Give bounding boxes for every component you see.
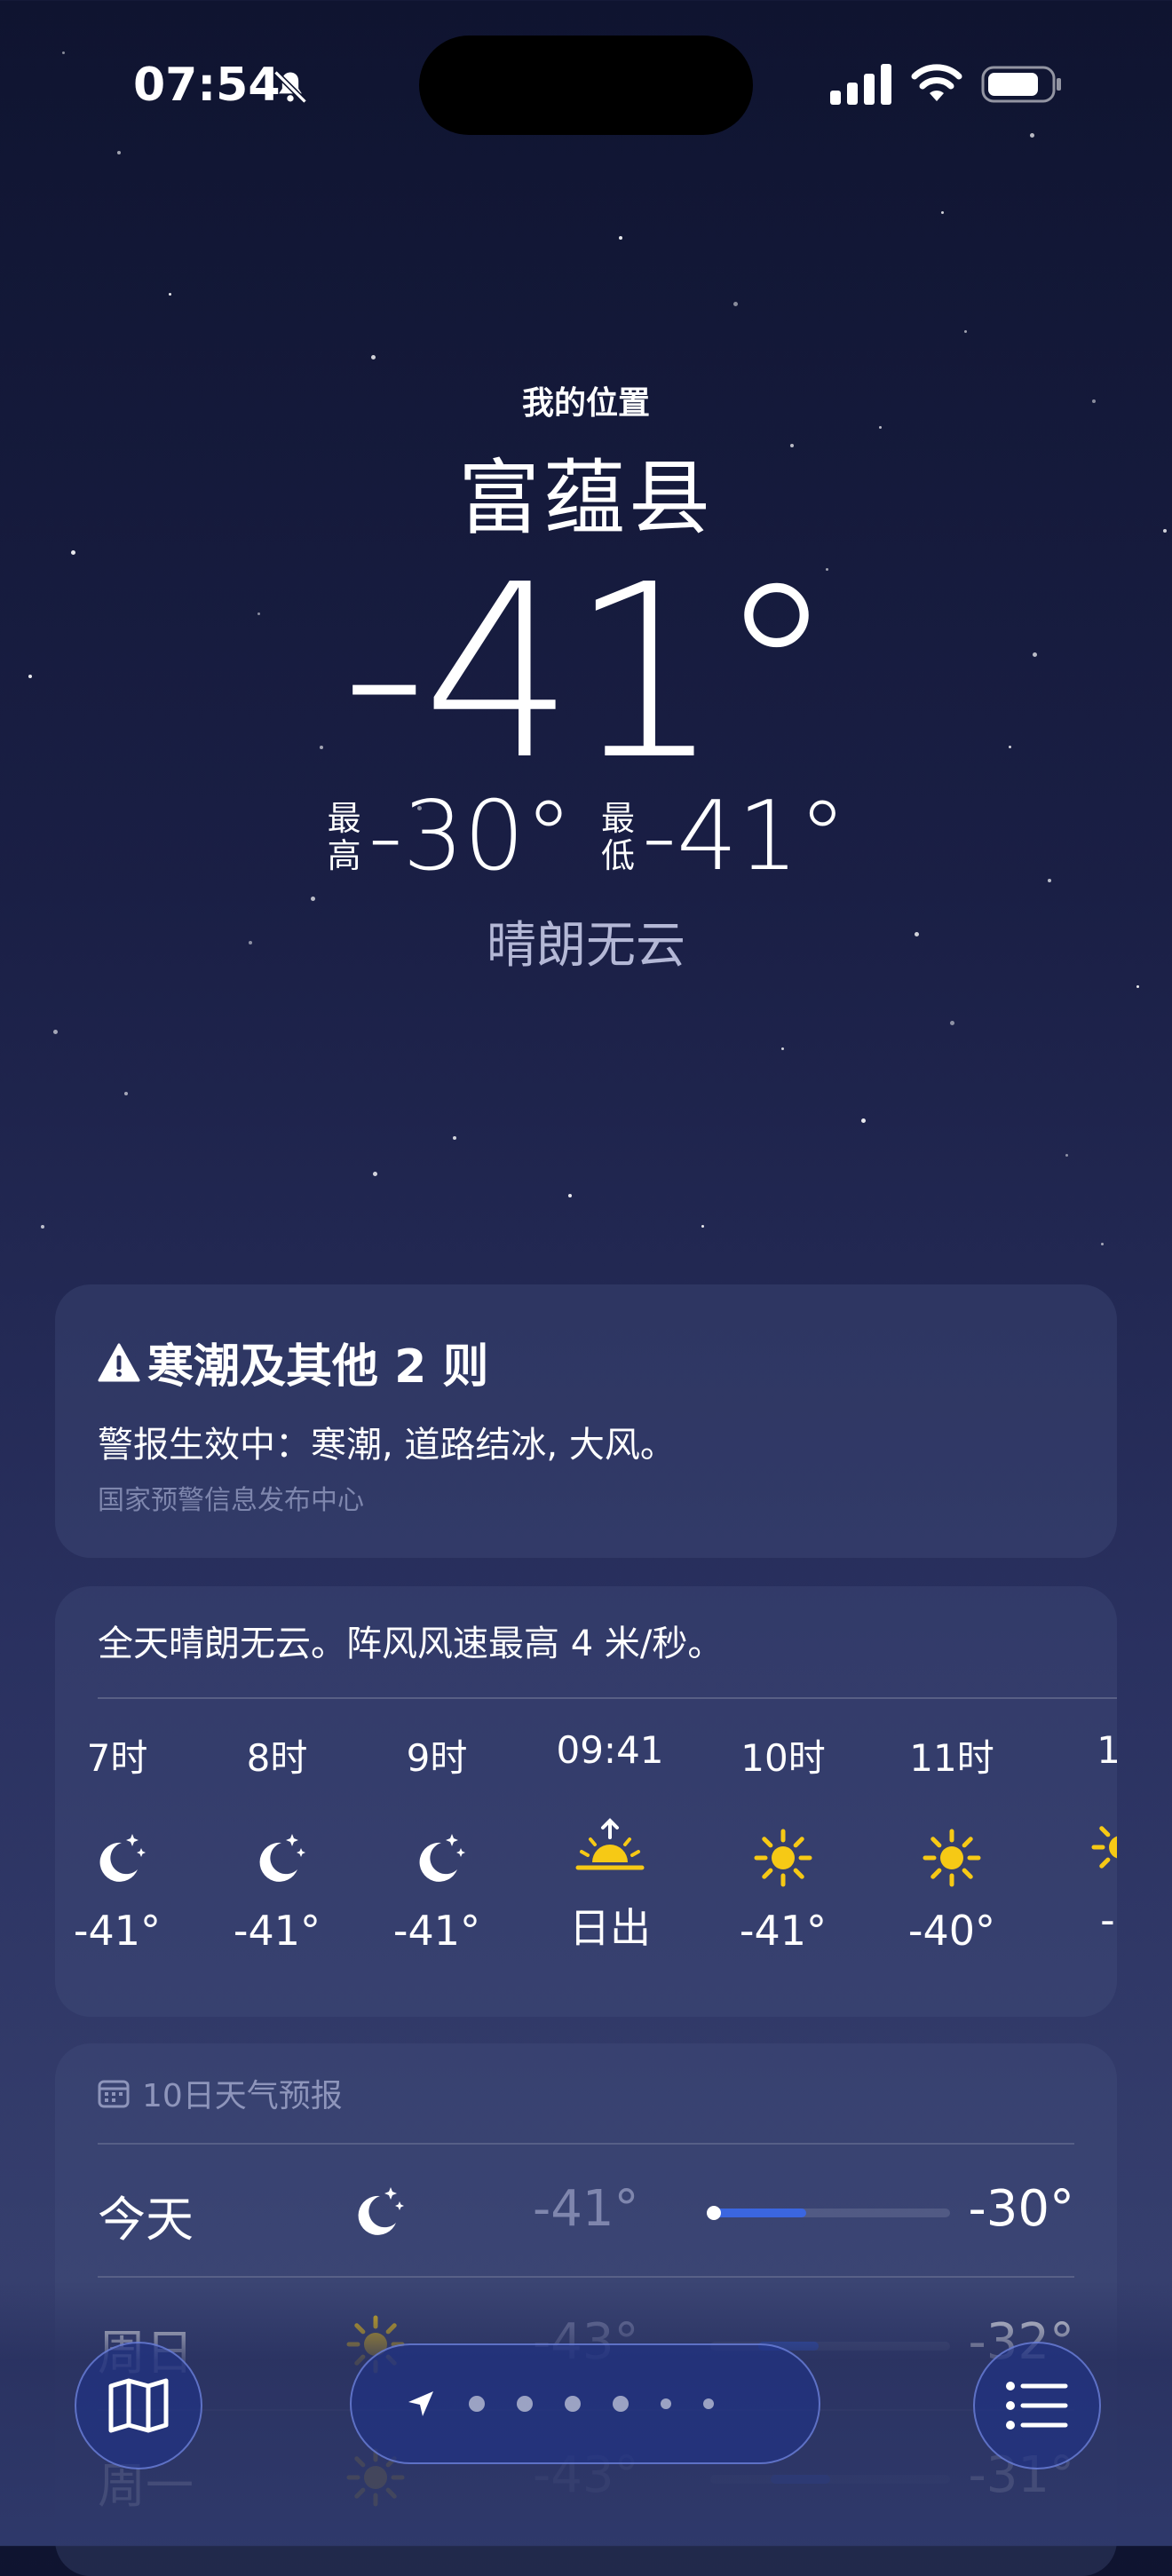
star	[1030, 133, 1034, 138]
hourly-forecast-card[interactable]: 全天晴朗无云。阵风风速最高 4 米/秒。 7时 -41° 8时 -41° 9时 -4…	[55, 1586, 1117, 2017]
star	[964, 330, 967, 333]
hour-label: 10时	[740, 1736, 826, 1780]
cellular-signal-icon	[830, 64, 891, 105]
page-dot[interactable]	[565, 2396, 581, 2412]
dynamic-island	[419, 36, 753, 135]
warning-icon	[98, 1343, 140, 1381]
hourly-item: 09:41 日出	[548, 1728, 672, 1955]
star	[371, 355, 376, 360]
day-high: -30°	[968, 2180, 1074, 2238]
star	[53, 1030, 58, 1034]
sunrise-icon	[548, 1807, 672, 1887]
star	[950, 1021, 954, 1025]
hour-temperature: 日出	[569, 1904, 651, 1952]
moon-stars-icon	[215, 1818, 339, 1898]
star	[1101, 1243, 1104, 1245]
low-label: 最低	[600, 798, 635, 875]
alert-body: 警报生效中：寒潮, 道路结冰, 大风。	[98, 1425, 676, 1466]
hour-temperature: -41°	[739, 1907, 828, 1955]
star	[861, 1118, 866, 1123]
calendar-icon	[98, 2080, 130, 2108]
day-low: -41°	[533, 2180, 639, 2238]
hourly-item: 8时 -41°	[215, 1728, 339, 1955]
page-dot[interactable]	[661, 2398, 671, 2409]
hourly-item: 7时 -41°	[55, 1728, 179, 1955]
star	[169, 293, 171, 296]
star	[41, 1225, 44, 1229]
sun-icon	[721, 1818, 845, 1898]
bell-slash-icon	[273, 70, 307, 104]
temperature-range-bar	[707, 2206, 950, 2220]
hourly-item: 12 -3	[1058, 1728, 1117, 1944]
ten-day-header: 10日天气预报	[98, 2070, 343, 2116]
moon-stars-icon	[344, 2180, 407, 2242]
daily-row[interactable]: 今天 -41° -30°	[98, 2143, 1074, 2278]
hourly-item: 9时 -41°	[375, 1728, 499, 1955]
hourly-item: 10时 -41°	[721, 1728, 845, 1955]
ten-day-title: 10日天气预报	[142, 2078, 343, 2114]
page-dot[interactable]	[469, 2396, 485, 2412]
hourly-summary: 全天晴朗无云。阵风风速最高 4 米/秒。	[98, 1624, 724, 1664]
hour-temperature: -3	[1100, 1896, 1117, 1944]
high-label: 最高	[327, 798, 361, 875]
star	[941, 211, 944, 214]
alert-card[interactable]: 寒潮及其他 2 则 警报生效中：寒潮, 道路结冰, 大风。 国家预警信息发布中心	[55, 1284, 1117, 1558]
divider	[98, 1697, 1117, 1699]
map-button[interactable]	[75, 2342, 202, 2469]
star	[701, 1225, 704, 1228]
wifi-icon	[911, 64, 962, 101]
sun-icon	[1058, 1807, 1117, 1887]
star	[124, 1092, 128, 1095]
high-temperature: -30°	[368, 781, 573, 892]
hour-temperature: -40°	[907, 1907, 996, 1955]
hour-label: 9时	[406, 1736, 468, 1780]
day-label: 今天	[98, 2192, 194, 2248]
list-button[interactable]	[973, 2342, 1101, 2469]
star	[619, 236, 622, 240]
hourly-item: 11时 -40°	[890, 1728, 1014, 1955]
star	[311, 897, 315, 901]
page-dot[interactable]	[613, 2396, 629, 2412]
list-icon	[1006, 2382, 1068, 2430]
alert-source: 国家预警信息发布中心	[98, 1485, 364, 1516]
star	[1136, 985, 1139, 988]
moon-stars-icon	[375, 1818, 499, 1898]
low-temperature: -41°	[642, 781, 847, 892]
status-time: 07:54	[133, 59, 281, 112]
location-header: 我的位置 富蕴县	[0, 377, 1172, 550]
page-indicator[interactable]	[350, 2343, 820, 2464]
alert-title-row: 寒潮及其他 2 则	[98, 1329, 488, 1395]
hour-label: 09:41	[556, 1728, 664, 1772]
star	[568, 1194, 572, 1197]
hour-label: 12	[1097, 1728, 1117, 1772]
condition-text: 晴朗无云	[487, 917, 685, 975]
page-dot[interactable]	[703, 2398, 714, 2409]
hour-label: 11时	[909, 1736, 994, 1780]
alert-title: 寒潮及其他 2 则	[147, 1340, 489, 1394]
battery-icon	[981, 66, 1061, 103]
star	[1065, 1154, 1068, 1157]
hour-temperature: -41°	[392, 1907, 481, 1955]
star	[117, 151, 121, 154]
hour-temperature: -41°	[233, 1907, 321, 1955]
star	[781, 1047, 784, 1050]
location-arrow-icon	[408, 2391, 433, 2416]
star	[453, 1136, 456, 1140]
moon-stars-icon	[55, 1818, 179, 1898]
hour-label: 8时	[246, 1736, 308, 1780]
hour-label: 7时	[86, 1736, 148, 1780]
current-temperature: -41°	[341, 533, 836, 812]
hour-temperature: -41°	[73, 1907, 162, 1955]
star	[733, 302, 738, 306]
my-location-label: 我的位置	[521, 385, 650, 422]
star	[373, 1172, 377, 1176]
map-icon	[108, 2378, 169, 2433]
range-fill	[710, 2209, 806, 2217]
sun-icon	[890, 1818, 1014, 1898]
high-low: 最高 -30° 最低 -41°	[0, 781, 1172, 892]
current-temp-dot	[707, 2206, 721, 2220]
page-dot[interactable]	[517, 2396, 533, 2412]
